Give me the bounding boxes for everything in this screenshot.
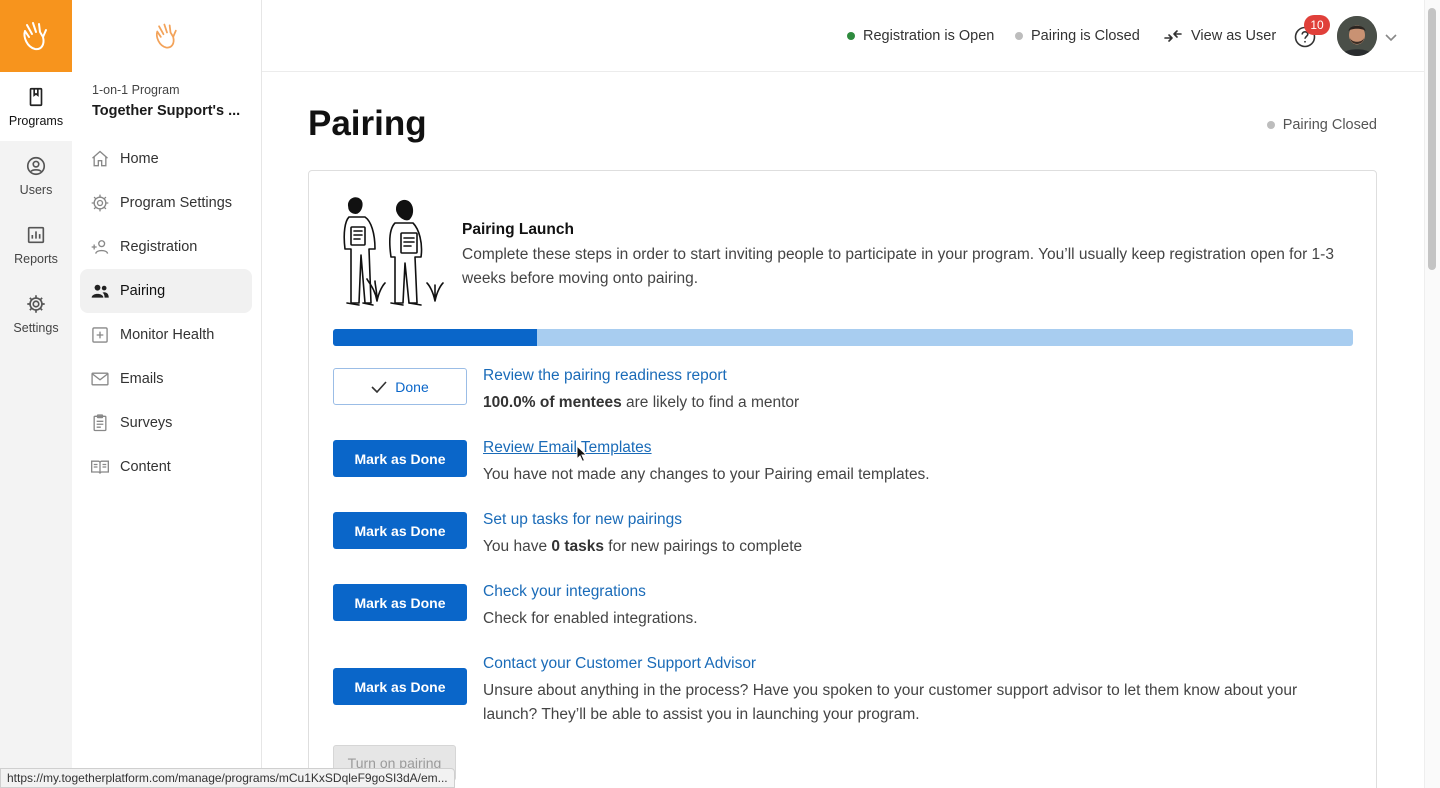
step-description: You have not made any changes to your Pa… [483,466,930,483]
sidebar-item-content[interactable]: Content [80,445,252,489]
sidebar-item-pairing[interactable]: Pairing [80,269,252,313]
program-name[interactable]: Together Support's ... [92,103,240,119]
app-logo[interactable] [0,0,72,72]
user-avatar-icon [1337,16,1377,56]
pairing-tasks-link[interactable]: Set up tasks for new pairings [483,511,682,529]
pairing-status-text: Pairing is Closed [1031,28,1140,44]
mark-as-done-button[interactable]: Mark as Done [333,512,467,549]
step-text-rest: for new pairings to complete [603,538,803,555]
mark-as-done-button[interactable]: Mark as Done [333,440,467,477]
status-dot-icon [1015,32,1023,40]
rail-label: Users [19,182,53,197]
launch-progress-fill [333,329,537,346]
sidebar-item-registration[interactable]: Registration [80,225,252,269]
email-templates-link[interactable]: Review Email Templates [483,439,652,457]
clipboard-icon [93,414,107,432]
bookmark-icon [29,87,43,106]
registration-status: Registration is Open [847,28,994,44]
rail-label: Settings [13,320,59,335]
launch-description: Complete these steps in order to start i… [462,246,1334,287]
app-rail: Programs Users Reports Settings [0,0,72,788]
pairing-closed-status: Pairing Closed [1266,117,1377,133]
status-dot-icon [847,32,855,40]
done-button[interactable]: Done [333,368,467,405]
program-nav: Home Program Settings Registration Pairi… [80,137,252,489]
people-illustration-icon [343,197,444,306]
launch-progress-bar [333,329,1353,346]
task-count: 0 tasks [551,538,604,555]
sidebar-item-program-settings[interactable]: Program Settings [80,181,252,225]
done-button-label: Done [395,378,429,395]
step-description: You have 0 tasks for new pairings to com… [483,535,1353,559]
step-description: Check for enabled integrations. [483,610,698,627]
check-icon [371,380,387,393]
sidebar-item-label: Pairing [120,283,166,299]
view-as-user-button[interactable]: View as User [1163,28,1276,44]
sidebar-item-surveys[interactable]: Surveys [80,401,252,445]
rail-item-reports[interactable]: Reports [0,210,72,279]
view-as-user-label: View as User [1191,28,1277,44]
support-advisor-link[interactable]: Contact your Customer Support Advisor [483,655,756,673]
book-icon [91,460,109,474]
step-description: 100.0% of mentees are likely to find a m… [483,391,1353,415]
sidebar-item-label: Program Settings [120,195,233,211]
rail-item-programs[interactable]: Programs [0,72,72,141]
hand-wave-logo-icon [23,22,47,51]
readiness-report-link[interactable]: Review the pairing readiness report [483,367,727,385]
chart-icon [27,226,45,243]
rail-item-users[interactable]: Users [0,141,72,210]
user-circle-icon [26,156,46,175]
launch-title: Pairing Launch [462,221,574,238]
program-kind: 1-on-1 Program [92,83,180,97]
notification-badge[interactable]: 10 [1304,15,1330,35]
rail-label: Reports [14,251,58,266]
avatar[interactable] [1337,16,1377,56]
sidebar-item-label: Monitor Health [120,327,215,343]
chevron-down-icon[interactable] [1384,30,1398,44]
mark-as-done-button[interactable]: Mark as Done [333,584,467,621]
gear-icon [91,194,109,212]
rail-item-settings[interactable]: Settings [0,279,72,348]
mouse-cursor-icon [576,445,588,463]
scrollbar-thumb[interactable] [1428,8,1436,270]
sidebar-item-label: Surveys [120,415,173,431]
status-dot-icon [1266,121,1275,129]
pairing-closed-text: Pairing Closed [1282,117,1377,133]
program-sidebar: 1-on-1 Program Together Support's ... Ho… [72,0,262,788]
sidebar-item-label: Home [120,151,159,167]
mark-as-done-button[interactable]: Mark as Done [333,668,467,705]
step-text-rest: are likely to find a mentor [621,394,800,411]
mail-icon [91,372,109,386]
sidebar-item-home[interactable]: Home [80,137,252,181]
pairing-status: Pairing is Closed [1015,28,1140,44]
integrations-link[interactable]: Check your integrations [483,583,646,601]
status-url: https://my.togetherplatform.com/manage/p… [0,768,455,788]
gear-icon [27,294,45,313]
swap-arrows-icon [1164,30,1182,42]
step-description: Unsure about anything in the process? Ha… [483,682,1298,723]
sidebar-item-emails[interactable]: Emails [80,357,252,401]
sidebar-item-monitor-health[interactable]: Monitor Health [80,313,252,357]
home-icon [92,150,108,167]
users-icon [91,284,109,298]
page-title: Pairing [308,104,427,143]
top-bar: Registration is Open Pairing is Closed V… [262,0,1424,72]
sidebar-item-label: Emails [120,371,164,387]
sidebar-item-label: Content [120,459,171,475]
step-text-pre: You have [483,538,552,555]
registration-status-text: Registration is Open [863,28,995,44]
sidebar-item-label: Registration [120,239,198,255]
pairing-launch-card: Pairing Launch Complete these steps in o… [308,170,1377,788]
mentee-percentage: 100.0% of mentees [483,394,622,411]
hand-wave-icon [155,23,177,49]
add-user-icon [91,240,109,254]
plus-square-icon [92,327,108,343]
rail-label: Programs [8,113,64,128]
sidebar-brand [72,0,261,72]
